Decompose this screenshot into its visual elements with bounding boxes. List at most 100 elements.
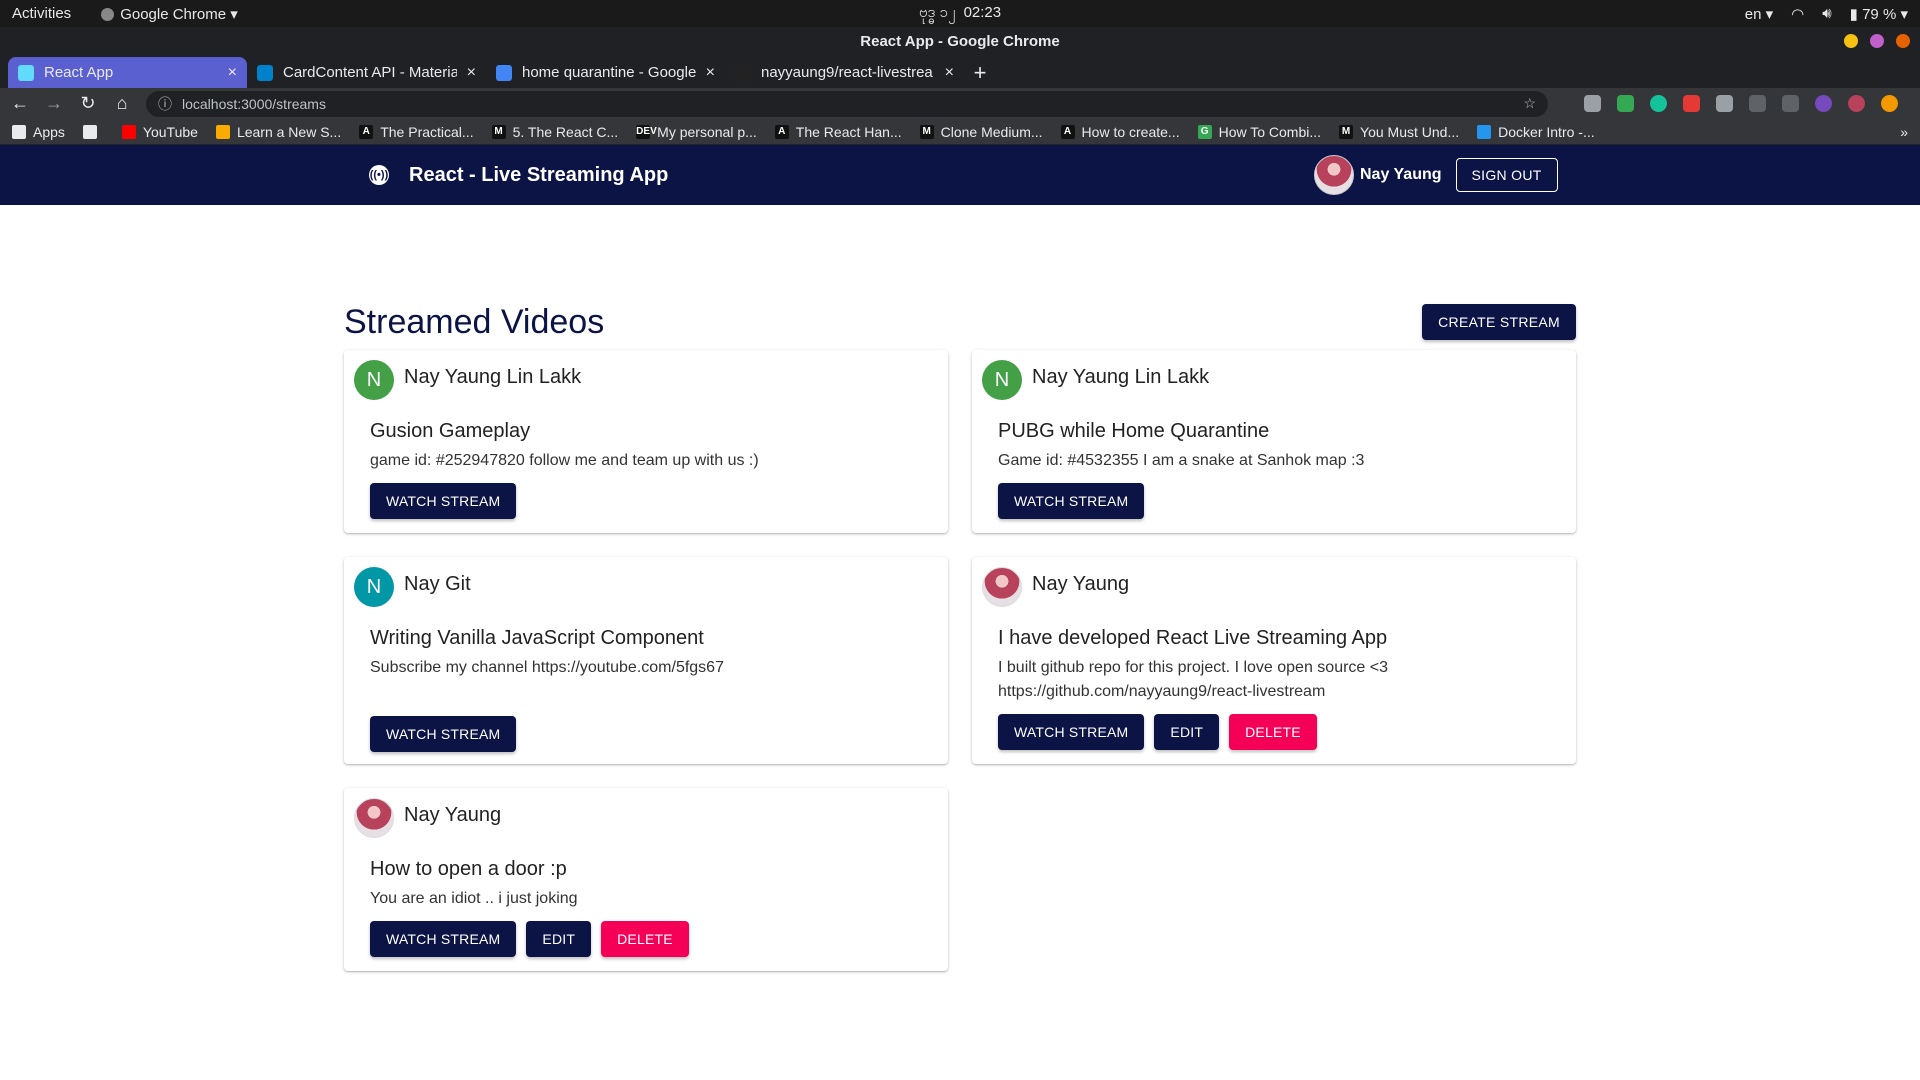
app-title[interactable]: React - Live Streaming App	[409, 164, 668, 187]
tab-label: nayyaung9/react-livestrea	[761, 64, 933, 81]
stream-card: N Nay Git Writing Vanilla JavaScript Comp…	[344, 557, 948, 764]
stream-title: Gusion Gameplay	[370, 420, 531, 442]
bookmark-a-icon: A	[359, 124, 374, 139]
bookmark-label: How To Combi...	[1218, 123, 1322, 140]
bookmark-a-icon: A	[1060, 124, 1075, 139]
bookmark-item[interactable]: DEV My personal p...	[636, 124, 757, 140]
activities-button[interactable]: Activities	[12, 5, 71, 22]
bookmark-item[interactable]: A The Practical...	[359, 123, 474, 140]
tab-label: home quarantine - Google	[522, 64, 696, 81]
bookmark-a-icon: A	[774, 124, 789, 139]
new-tab-button[interactable]: +	[964, 57, 996, 88]
tab-3[interactable]: home quarantine - Google ×	[486, 57, 725, 88]
language-indicator[interactable]: en ▾	[1745, 5, 1773, 23]
battery-indicator[interactable]: ▮ 79 % ▾	[1850, 5, 1908, 23]
tab-2[interactable]: CardContent API - Materia ×	[247, 57, 486, 88]
tab-close-icon[interactable]: ×	[945, 64, 954, 82]
tab-1[interactable]: React App ×	[8, 57, 247, 88]
bookmark-item[interactable]	[82, 124, 104, 139]
edit-stream-button[interactable]: EDIT	[1154, 714, 1220, 750]
react-devtools-extension-icon[interactable]	[1683, 95, 1700, 112]
live-stream-logo-icon: ((•))	[369, 165, 389, 185]
redux-devtools-extension-icon[interactable]	[1815, 95, 1832, 112]
bookmark-item[interactable]: M Clone Medium...	[919, 124, 1043, 140]
os-top-bar: Activities Google Chrome ▾ ဗုဒ္ဓ ၁၂ 02:2…	[0, 0, 1920, 27]
tab-favicon-icon	[496, 64, 512, 81]
forward-button[interactable]: →	[44, 93, 64, 114]
grammar-extension-icon[interactable]	[1617, 95, 1634, 112]
tab-favicon-icon	[735, 64, 751, 81]
main-content: Streamed Videos CREATE STREAM N Nay Yaung…	[344, 296, 1576, 971]
stream-card: N Nay Yaung Lin Lakk PUBG while Home Quar…	[972, 350, 1576, 533]
bookmark-label: The Practical...	[380, 123, 474, 140]
stream-description: I built github repo for this project. I …	[998, 659, 1389, 700]
bookmark-label: You Must Und...	[1360, 123, 1460, 140]
tab-close-icon[interactable]: ×	[706, 64, 715, 82]
delete-stream-button[interactable]: DELETE	[1229, 714, 1317, 750]
stream-title: PUBG while Home Quarantine	[998, 420, 1270, 442]
app-header: ((•)) React - Live Streaming App Nay Yau…	[0, 145, 1920, 205]
bookmark-label: Apps	[33, 123, 65, 140]
bookmark-item[interactable]: Apps	[12, 124, 65, 140]
bookmark-icon	[215, 124, 230, 139]
tab-4[interactable]: nayyaung9/react-livestrea ×	[725, 57, 964, 88]
clock[interactable]: ဗုဒ္ဓ ၁၂ 02:23	[0, 3, 1920, 25]
watch-stream-button[interactable]: WATCH STREAM	[370, 921, 517, 957]
stream-card: Nay Yaung How to open a door :p You are …	[344, 788, 948, 971]
info-icon[interactable]: ⓘ	[158, 94, 172, 114]
bookmark-item[interactable]: A The React Han...	[774, 124, 902, 140]
bookmark-item[interactable]: Docker Intro -...	[1477, 124, 1595, 140]
watch-stream-button[interactable]: WATCH STREAM	[370, 716, 517, 752]
author-name: Nay Yaung Lin Lakk	[404, 366, 582, 388]
tab-label: CardContent API - Materia	[283, 64, 457, 81]
maximize-button[interactable]	[1870, 34, 1884, 48]
bookmark-item[interactable]: Learn a New S...	[215, 123, 342, 140]
volume-icon[interactable]: 🔊︎	[1822, 5, 1831, 22]
streams-grid: N Nay Yaung Lin Lakk Gusion Gameplay game…	[344, 350, 1576, 971]
bookmark-item[interactable]: M You Must Und...	[1339, 124, 1459, 140]
facebook-extension-icon[interactable]	[1716, 95, 1733, 112]
stream-title: How to open a door :p	[370, 858, 567, 880]
url-text: localhost:3000/streams	[182, 95, 326, 112]
grammarly-extension-icon[interactable]	[1650, 95, 1667, 112]
watch-stream-button[interactable]: WATCH STREAM	[998, 483, 1145, 519]
bookmark-item[interactable]: YouTube	[121, 124, 198, 140]
author-name: Nay Yaung	[404, 804, 502, 826]
bookmarks-overflow-button[interactable]: »	[1900, 124, 1908, 140]
address-bar[interactable]: ⓘ localhost:3000/streams ☆	[146, 90, 1548, 117]
edit-stream-button[interactable]: EDIT	[526, 921, 592, 957]
author-avatar: N	[354, 567, 394, 607]
update-icon[interactable]	[1881, 95, 1898, 112]
dev-extension-icon[interactable]	[1782, 95, 1799, 112]
back-button[interactable]: ←	[10, 93, 30, 114]
minimize-button[interactable]	[1844, 34, 1858, 48]
close-window-button[interactable]	[1896, 34, 1910, 48]
create-stream-button[interactable]: CREATE STREAM	[1422, 304, 1576, 340]
sign-out-button[interactable]: SIGN OUT	[1455, 158, 1558, 192]
reload-button[interactable]: ↻	[78, 93, 98, 114]
browser-toolbar: ← → ↻ ⌂ ⓘ localhost:3000/streams ☆	[0, 88, 1920, 119]
bookmark-item[interactable]: M 5. The React C...	[491, 123, 619, 140]
tab-label: React App	[44, 64, 114, 81]
profile-avatar-icon[interactable]	[1848, 95, 1865, 112]
wave-extension-icon[interactable]	[1749, 95, 1766, 112]
home-button[interactable]: ⌂	[112, 93, 132, 114]
bookmark-dev-icon: DEV	[636, 124, 657, 139]
tab-close-icon[interactable]: ×	[467, 64, 476, 82]
bookmark-star-icon[interactable]: ☆	[1523, 95, 1536, 112]
screenshot-extension-icon[interactable]	[1584, 95, 1601, 112]
app-menu[interactable]: Google Chrome ▾	[101, 5, 238, 23]
bookmark-item[interactable]: A How to create...	[1060, 124, 1180, 140]
extensions	[1584, 95, 1898, 112]
watch-stream-button[interactable]: WATCH STREAM	[998, 714, 1145, 750]
tab-close-icon[interactable]: ×	[228, 64, 237, 82]
wifi-icon[interactable]: ◠	[1791, 5, 1804, 23]
bookmark-label: 5. The React C...	[512, 123, 619, 140]
watch-stream-button[interactable]: WATCH STREAM	[370, 483, 517, 519]
bookmark-label: Learn a New S...	[236, 123, 342, 140]
card-actions: WATCH STREAM EDIT DELETE	[998, 714, 1566, 750]
bookmark-item[interactable]: G How To Combi...	[1197, 123, 1322, 140]
tab-favicon-icon	[18, 64, 34, 81]
delete-stream-button[interactable]: DELETE	[601, 921, 689, 957]
author-avatar: N	[354, 360, 394, 400]
